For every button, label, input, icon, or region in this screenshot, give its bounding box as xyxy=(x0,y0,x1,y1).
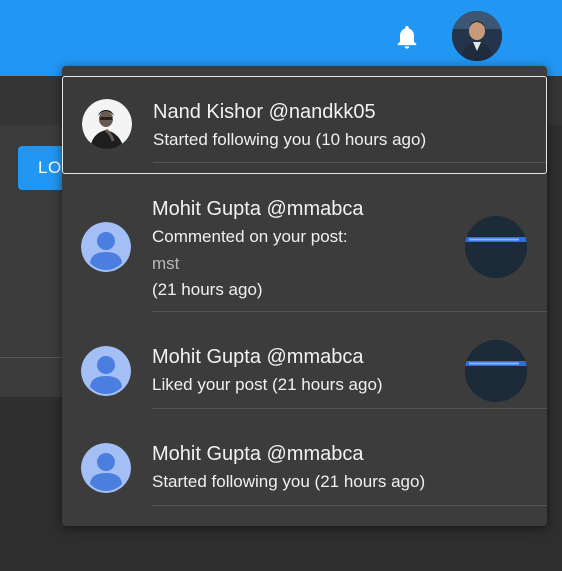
item-divider xyxy=(153,162,546,163)
notification-text: Liked your post (21 hours ago) xyxy=(152,375,383,394)
user-avatar xyxy=(82,99,132,149)
notification-time: (21 hours ago) xyxy=(152,280,263,299)
comment-text: mst xyxy=(152,254,180,273)
default-avatar-icon xyxy=(81,346,131,396)
notification-text: Commented on your post: xyxy=(152,227,348,246)
profile-avatar[interactable] xyxy=(452,11,502,61)
notification-item[interactable]: Mohit Gupta @mmabca Started following yo… xyxy=(62,409,547,507)
notifications-panel: Nand Kishor @nandkk05 Started following … xyxy=(62,66,547,526)
notification-user: Nand Kishor @nandkk05 xyxy=(153,101,376,123)
notification-text: Started following you (21 hours ago) xyxy=(152,472,426,491)
notification-user: Mohit Gupta @mmabca xyxy=(152,443,364,465)
post-thumbnail[interactable] xyxy=(465,340,527,402)
bell-icon[interactable] xyxy=(393,23,421,51)
post-thumbnail[interactable] xyxy=(465,216,527,278)
notification-user: Mohit Gupta @mmabca xyxy=(152,198,364,220)
item-divider xyxy=(152,505,547,506)
default-avatar-icon xyxy=(81,443,131,493)
notification-item[interactable]: Mohit Gupta @mmabca Commented on your po… xyxy=(62,174,547,312)
top-app-bar xyxy=(0,0,562,76)
notification-item[interactable]: Nand Kishor @nandkk05 Started following … xyxy=(62,76,547,174)
notification-user: Mohit Gupta @mmabca xyxy=(152,346,364,368)
notification-text: Started following you (10 hours ago) xyxy=(153,130,427,149)
default-avatar-icon xyxy=(81,222,131,272)
notification-item[interactable]: Mohit Gupta @mmabca Liked your post (21 … xyxy=(62,312,547,409)
